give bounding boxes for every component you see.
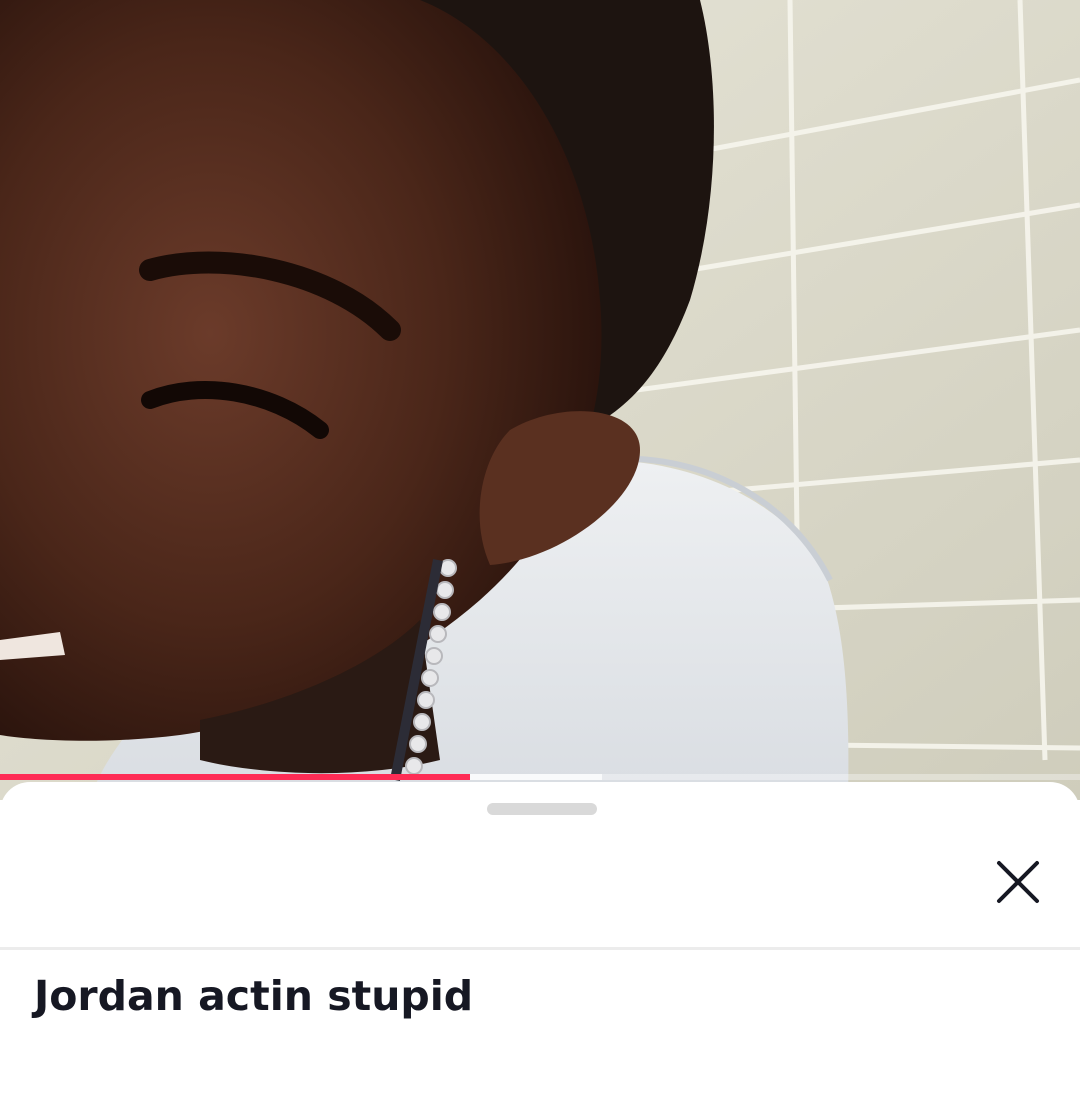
- video-frame: [0, 0, 1080, 800]
- video-caption: Jordan actin stupid: [34, 972, 474, 1020]
- video-progress-fill: [0, 774, 470, 780]
- sheet-divider: [0, 947, 1080, 950]
- video-progress-track[interactable]: [0, 774, 1080, 780]
- close-x-icon: [997, 861, 1039, 903]
- caption-sheet: Jordan actin stupid: [0, 782, 1080, 1113]
- drag-handle[interactable]: [487, 803, 597, 815]
- screen: Jordan actin stupid: [0, 0, 1080, 1113]
- video-player[interactable]: [0, 0, 1080, 800]
- close-button[interactable]: [986, 850, 1050, 914]
